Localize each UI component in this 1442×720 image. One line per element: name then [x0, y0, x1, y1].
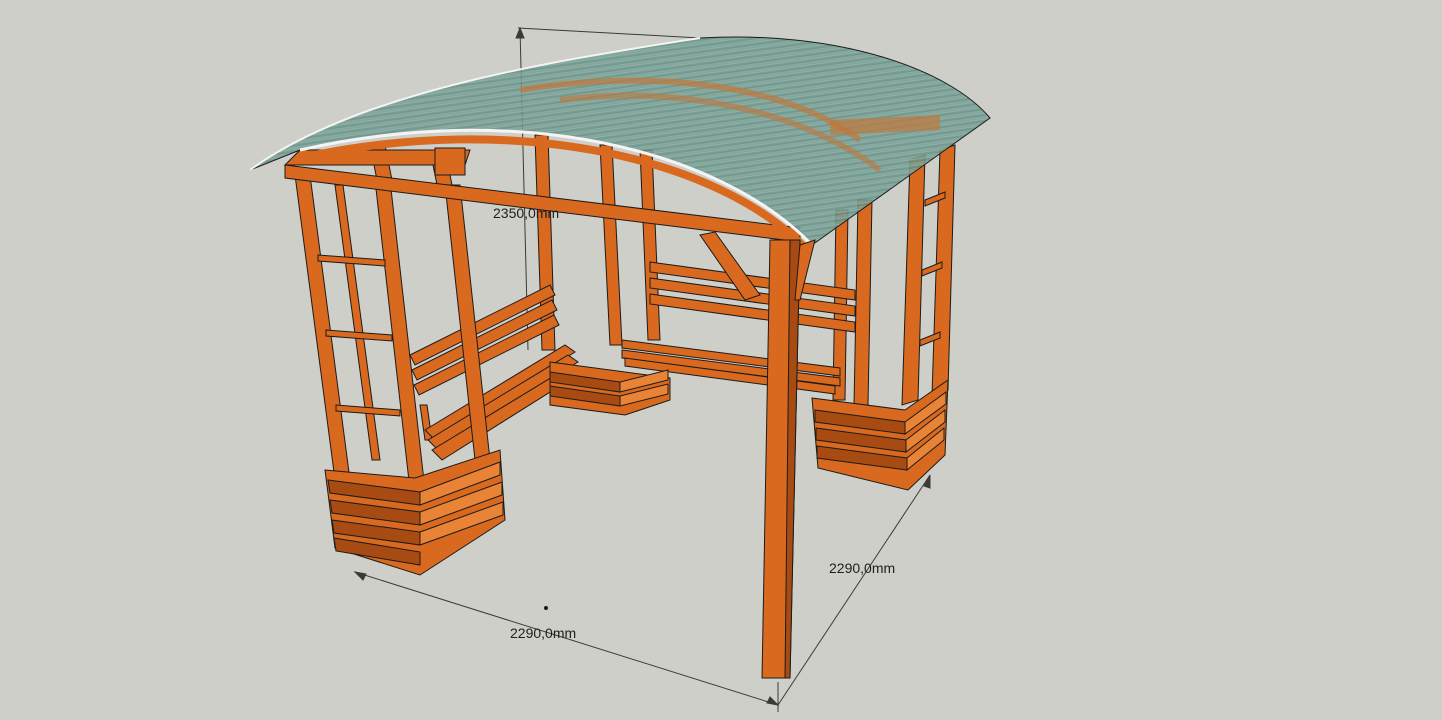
height-dimension-label: 2350,0mm — [493, 205, 560, 221]
depth-dimension-label: 2290,0mm — [829, 560, 896, 576]
cursor-marker — [544, 606, 548, 610]
width-dimension-label: 2290,0mm — [510, 625, 577, 641]
right-trellis — [901, 144, 956, 406]
gazebo-model[interactable] — [0, 0, 1442, 720]
right-planter — [811, 379, 949, 491]
sketchup-viewport[interactable]: 2350,0mm 2290,0mm 2290,0mm — [0, 0, 1442, 720]
